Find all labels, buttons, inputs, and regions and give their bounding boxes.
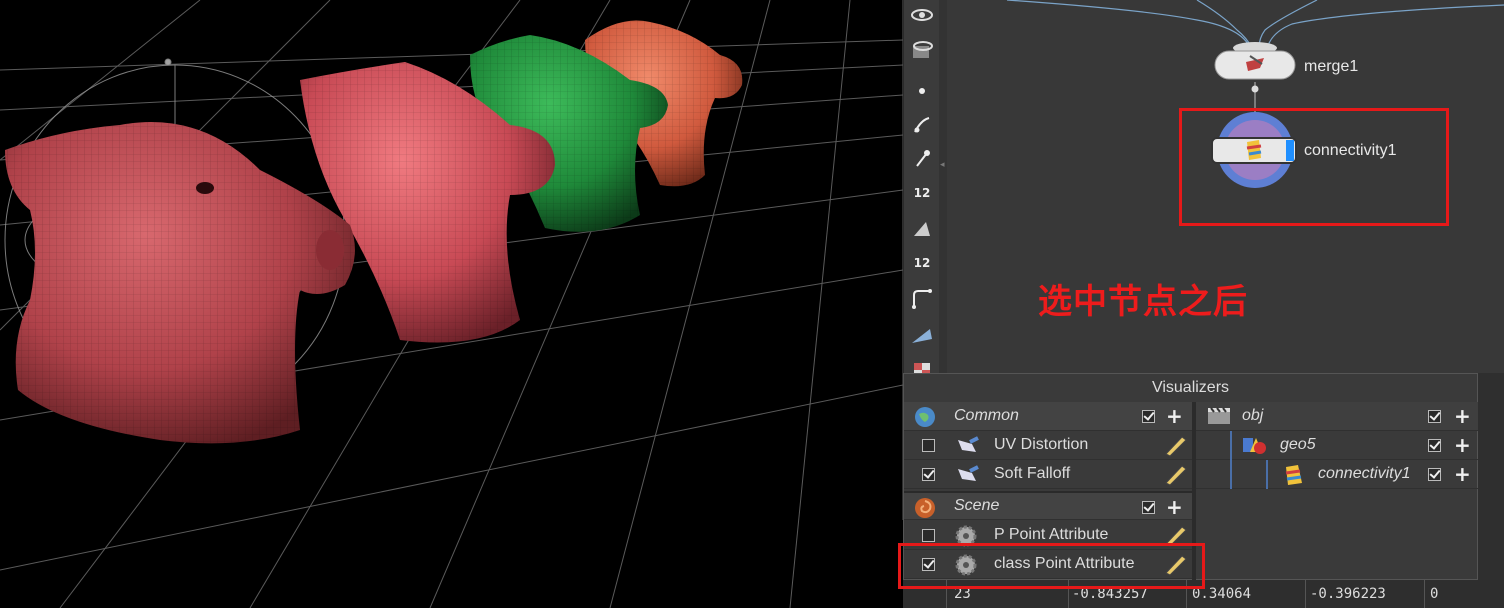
- primitive-number-label: 12: [913, 256, 931, 270]
- geometry-icon: [1243, 438, 1266, 454]
- tree-connectivity1-checkbox[interactable]: [1428, 468, 1441, 481]
- scene-group-label: Scene: [954, 497, 1000, 514]
- common-group-checkbox[interactable]: [1142, 410, 1155, 423]
- merge1-node[interactable]: [1212, 38, 1300, 84]
- uv-distortion-label: UV Distortion: [994, 436, 1089, 453]
- point-icon: [919, 88, 925, 94]
- display-eye-icon: [913, 41, 933, 58]
- primitive-icon: [914, 222, 930, 236]
- value-cell: -0.396223: [1310, 586, 1386, 602]
- edit-pencil-icon[interactable]: [1162, 463, 1188, 487]
- visualizers-tree: obj + geo5 + connectivity1 +: [1196, 402, 1478, 580]
- p-point-attribute-label: P Point Attribute: [994, 526, 1109, 543]
- visualizer-row-uv-distortion[interactable]: UV Distortion: [904, 431, 1192, 460]
- globe-icon: [915, 407, 935, 427]
- tree-geo5-checkbox[interactable]: [1428, 439, 1441, 452]
- tree-row-connectivity1[interactable]: connectivity1 +: [1196, 460, 1478, 489]
- scene-group-checkbox[interactable]: [1142, 501, 1155, 514]
- visibility-tool[interactable]: [908, 0, 936, 30]
- column-separator: [1424, 580, 1425, 608]
- curve-tool[interactable]: [908, 284, 936, 314]
- select-points-tool[interactable]: [908, 76, 936, 106]
- tree-geo5-label: geo5: [1280, 436, 1316, 453]
- viewport-canvas: [0, 0, 903, 608]
- uv-distortion-checkbox[interactable]: [922, 439, 935, 452]
- point-numbers-tool[interactable]: 12: [908, 178, 936, 208]
- tree-row-geo5[interactable]: geo5 +: [1196, 431, 1478, 460]
- select-vertices-tool[interactable]: [908, 144, 936, 174]
- soft-falloff-label: Soft Falloff: [994, 465, 1071, 482]
- merge1-label: merge1: [1304, 58, 1359, 75]
- common-group-header[interactable]: Common +: [904, 402, 1192, 431]
- tree-obj-label: obj: [1242, 407, 1264, 424]
- scene-swirl-icon: [915, 498, 935, 518]
- tree-indent-line: [1266, 460, 1268, 489]
- curve-icon: [912, 289, 932, 309]
- side-panel-strip: [1478, 373, 1504, 580]
- value-cell: 0: [1430, 586, 1439, 602]
- tree-connectivity1-add-icon[interactable]: +: [1454, 464, 1471, 484]
- visualizers-title: Visualizers: [1151, 379, 1230, 396]
- tree-obj-add-icon[interactable]: +: [1454, 406, 1471, 426]
- visualizer-row-soft-falloff[interactable]: Soft Falloff: [904, 460, 1192, 489]
- edge-icon: [914, 117, 930, 133]
- common-group-label: Common: [954, 407, 1019, 424]
- node-highlight-box: [1179, 108, 1449, 226]
- collapse-arrow-icon[interactable]: ◂: [940, 160, 945, 170]
- scene-viewport[interactable]: [0, 0, 903, 608]
- pig-head-front: [5, 122, 355, 444]
- tree-indent-line: [1230, 460, 1232, 489]
- paint-tube-icon: [958, 465, 979, 481]
- tree-geo5-add-icon[interactable]: +: [1454, 435, 1471, 455]
- paint-tube-icon: [958, 436, 979, 452]
- common-add-icon[interactable]: +: [1166, 406, 1183, 426]
- p-point-attribute-checkbox[interactable]: [922, 529, 935, 542]
- shading-tool[interactable]: [908, 320, 936, 350]
- primitive-tool[interactable]: [908, 214, 936, 244]
- point-number-label: 12: [913, 186, 931, 200]
- scene-add-icon[interactable]: +: [1166, 497, 1183, 517]
- column-separator: [1305, 580, 1306, 608]
- tree-connectivity1-label: connectivity1: [1318, 465, 1411, 482]
- tree-row-obj[interactable]: obj +: [1196, 402, 1478, 431]
- tree-obj-checkbox[interactable]: [1428, 410, 1441, 423]
- display-options-tool[interactable]: [908, 34, 936, 64]
- tree-indent-line: [1230, 431, 1232, 460]
- annotation-text: 选中节点之后: [1038, 282, 1248, 322]
- clapper-icon: [1208, 407, 1230, 424]
- eye-icon: [911, 9, 933, 21]
- select-edges-tool[interactable]: [908, 110, 936, 140]
- shading-icon: [912, 329, 932, 343]
- soft-falloff-checkbox[interactable]: [922, 468, 935, 481]
- visualizer-highlight-box: [898, 543, 1205, 589]
- edit-pencil-icon[interactable]: [1162, 434, 1188, 458]
- connectivity-icon: [1285, 465, 1302, 485]
- vertex-icon: [916, 150, 930, 167]
- primitive-numbers-tool[interactable]: 12: [908, 248, 936, 278]
- scene-group-header[interactable]: Scene +: [904, 491, 1192, 520]
